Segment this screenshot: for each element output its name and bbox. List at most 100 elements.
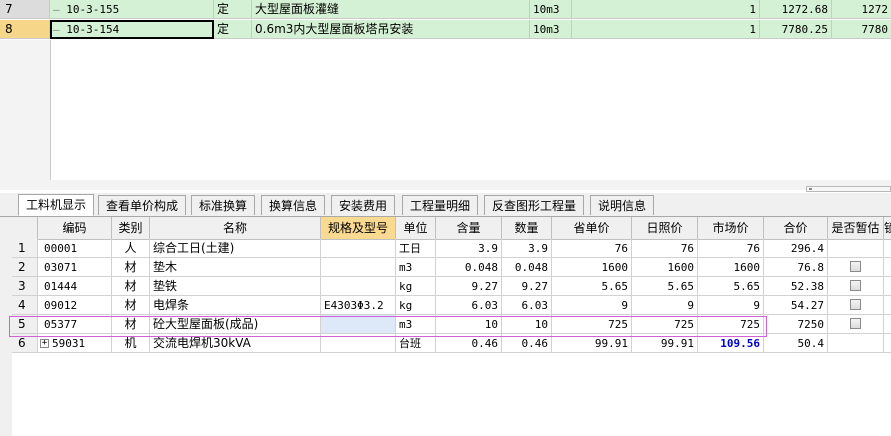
resource-total-price[interactable]: 296.4 [764,239,828,258]
resource-code[interactable]: 00001 [38,239,112,258]
resource-prov-price[interactable]: 1600 [552,258,632,277]
resource-ref-price[interactable]: 76 [632,239,698,258]
provisional-cell[interactable] [828,258,884,277]
resource-quantity[interactable]: 3.9 [502,239,552,258]
header-ref-price[interactable]: 日照价 [632,217,698,239]
resource-code[interactable]: 09012 [38,296,112,315]
resource-unit[interactable]: 工日 [396,239,436,258]
provisional-cell[interactable] [828,296,884,315]
resource-code[interactable]: +59031 [38,334,112,353]
header-provisional[interactable]: 是否暂估 [828,217,884,239]
resource-row[interactable]: 5 05377 材砼大型屋面板(成品) m3 10 10 725 725 725 7250 [12,315,891,334]
resource-market-price[interactable]: 109.56 [698,334,764,353]
resource-row[interactable]: 4 09012 材电焊条 E4303Φ3.2 kg 6.03 6.03 9 9 9 54.27 [12,296,891,315]
tab-standard-conversion[interactable]: 标准换算 [191,195,256,215]
resource-row[interactable]: 3 01444 材垫铁 kg 9.27 9.27 5.65 5.65 5.65 52.38 [12,277,891,296]
resource-code[interactable]: 03071 [38,258,112,277]
resource-name[interactable]: 垫铁 [150,277,321,296]
quota-unit-price[interactable]: 1272.68 [760,0,832,19]
resource-name[interactable]: 砼大型屋面板(成品) [150,315,321,334]
resource-ref-price[interactable]: 5.65 [632,277,698,296]
resource-spec[interactable] [321,258,396,277]
resource-unit[interactable]: m3 [396,315,436,334]
resource-spec[interactable] [321,334,396,353]
resource-prov-price[interactable]: 5.65 [552,277,632,296]
resource-quantity[interactable]: 6.03 [502,296,552,315]
resource-quantity[interactable]: 10 [502,315,552,334]
resource-content[interactable]: 10 [436,315,502,334]
provisional-checkbox[interactable] [850,299,861,310]
resource-row[interactable]: 1 00001 人综合工日(土建) 工日 3.9 3.9 76 76 76 296.4 [12,239,891,258]
resource-prov-price[interactable]: 76 [552,239,632,258]
provisional-checkbox[interactable] [850,318,861,329]
resource-unit[interactable]: 台班 [396,334,436,353]
quota-quantity[interactable]: 1 [572,20,760,39]
resource-prov-price[interactable]: 99.91 [552,334,632,353]
resource-total-price[interactable]: 50.4 [764,334,828,353]
header-type[interactable]: 类别 [112,217,150,239]
scrollbar-thumb[interactable] [809,188,812,190]
quota-type[interactable]: 定 [214,20,252,39]
resource-ref-price[interactable]: 9 [632,296,698,315]
header-quantity[interactable]: 数量 [502,217,552,239]
quota-code-cell[interactable]: — 10-3-154 [50,20,214,39]
quota-grid[interactable]: 7 — 10-3-155 定 大型屋面板灌缝 10m3 1 1272.68 12… [0,0,891,181]
resource-type[interactable]: 材 [112,315,150,334]
resource-quantity[interactable]: 0.048 [502,258,552,277]
resource-row[interactable]: 2 03071 材垫木 m3 0.048 0.048 1600 1600 1600 76.8 [12,258,891,277]
tab-quantity-detail[interactable]: 工程量明细 [402,195,479,215]
extra-cell[interactable] [884,277,891,296]
resource-name[interactable]: 电焊条 [150,296,321,315]
resource-unit[interactable]: kg [396,277,436,296]
tab-reverse-graphic-quantity[interactable]: 反查图形工程量 [484,195,585,215]
resource-ref-price[interactable]: 1600 [632,258,698,277]
resource-unit[interactable]: kg [396,296,436,315]
header-market-price[interactable]: 市场价 [698,217,764,239]
tab-description[interactable]: 说明信息 [590,195,655,215]
resource-type[interactable]: 机 [112,334,150,353]
quota-unit[interactable]: 10m3 [530,0,572,19]
resource-type[interactable]: 人 [112,239,150,258]
resource-code[interactable]: 01444 [38,277,112,296]
horizontal-scrollbar[interactable] [806,186,891,192]
resource-total-price[interactable]: 7250 [764,315,828,334]
tab-unit-price-composition[interactable]: 查看单价构成 [98,195,187,215]
provisional-cell[interactable] [828,334,884,353]
extra-cell[interactable] [884,296,891,315]
extra-cell[interactable] [884,334,891,353]
resource-spec[interactable] [321,277,396,296]
quota-code-cell[interactable]: — 10-3-155 [50,0,214,19]
provisional-checkbox[interactable] [850,261,861,272]
resource-market-price[interactable]: 1600 [698,258,764,277]
header-code[interactable]: 编码 [38,217,112,239]
quota-type[interactable]: 定 [214,0,252,19]
tab-labor-material-machine[interactable]: 工料机显示 [18,194,95,216]
extra-cell[interactable] [884,258,891,277]
header-prov-price[interactable]: 省单价 [552,217,632,239]
quota-unit-price[interactable]: 7780.25 [760,20,832,39]
resource-quantity[interactable]: 0.46 [502,334,552,353]
quota-name[interactable]: 0.6m3内大型屋面板塔吊安装 [252,20,530,39]
tab-installation-fee[interactable]: 安装费用 [331,195,396,215]
resource-market-price[interactable]: 725 [698,315,764,334]
header-spec[interactable]: 规格及型号 [321,217,396,239]
resource-content[interactable]: 3.9 [436,239,502,258]
panel-splitter[interactable] [0,180,891,190]
header-unit[interactable]: 单位 [396,217,436,239]
header-total-price[interactable]: 合价 [764,217,828,239]
tab-conversion-info[interactable]: 换算信息 [261,195,326,215]
resource-prov-price[interactable]: 725 [552,315,632,334]
resource-total-price[interactable]: 54.27 [764,296,828,315]
resource-total-price[interactable]: 52.38 [764,277,828,296]
provisional-checkbox[interactable] [850,280,861,291]
resource-type[interactable]: 材 [112,296,150,315]
provisional-cell[interactable] [828,277,884,296]
quota-name[interactable]: 大型屋面板灌缝 [252,0,530,19]
quota-row-selected[interactable]: 8 — 10-3-154 定 0.6m3内大型屋面板塔吊安装 10m3 1 77… [0,20,891,40]
resource-ref-price[interactable]: 99.91 [632,334,698,353]
resource-spec[interactable]: E4303Φ3.2 [321,296,396,315]
resource-spec[interactable] [321,315,396,334]
header-extra[interactable]: 锁 [884,217,891,239]
quota-unit[interactable]: 10m3 [530,20,572,39]
resource-total-price[interactable]: 76.8 [764,258,828,277]
